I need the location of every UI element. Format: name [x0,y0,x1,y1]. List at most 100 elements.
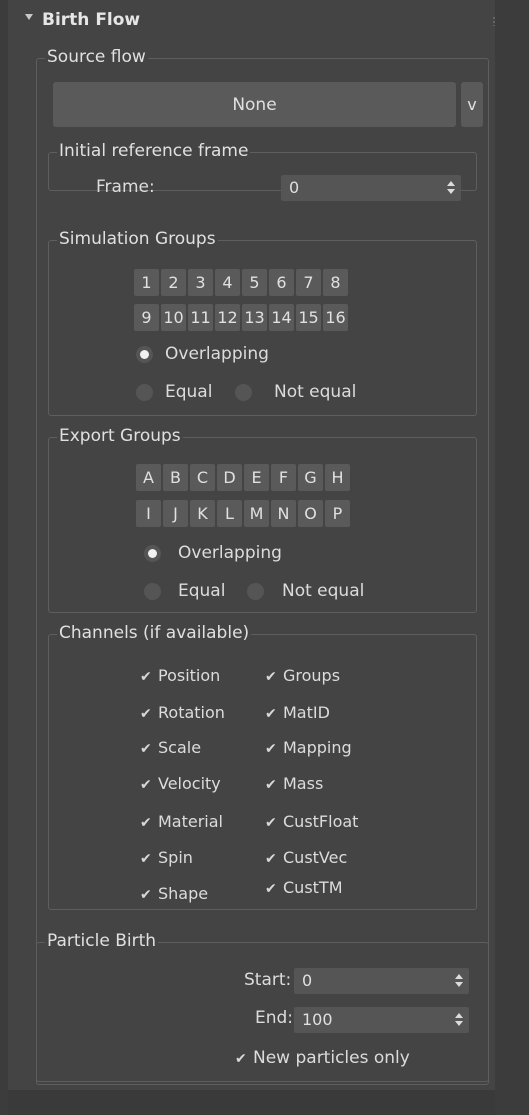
export-groups-label: Export Groups [57,426,183,446]
right-background [495,0,529,1115]
channel-checkbox[interactable]: ✔ CustFloat [265,812,358,831]
start-value: 0 [302,971,313,990]
end-value: 100 [302,1010,333,1029]
sim-group-button[interactable]: 7 [296,269,321,296]
checkmark-icon: ✔ [265,669,277,685]
sim-group-button[interactable]: 1 [134,269,159,296]
checkmark-icon: ✔ [140,669,152,685]
channel-checkbox[interactable]: ✔ MatID [265,703,330,722]
export-group-button[interactable]: G [298,464,323,491]
channel-checkbox[interactable]: ✔ Scale [140,738,201,757]
channel-checkbox[interactable]: ✔ CustVec [265,848,347,867]
checkmark-icon: ✔ [265,741,277,757]
export-group-button[interactable]: E [244,464,269,491]
new-particles-only-label: New particles only [253,1048,410,1068]
channel-checkbox[interactable]: ✔ Shape [140,884,208,903]
export-not-equal-label: Not equal [282,581,365,601]
checkmark-icon: ✔ [140,815,152,831]
channel-checkbox[interactable]: ✔ Position [140,666,220,685]
sim-group-button[interactable]: 14 [269,304,294,331]
checkmark-icon: ✔ [265,815,277,831]
checkmark-icon: ✔ [140,741,152,757]
export-group-button[interactable]: O [298,500,323,527]
channels-group: Channels (if available) [48,623,477,910]
sim-group-button[interactable]: 8 [323,269,348,296]
sim-group-button[interactable]: 5 [242,269,267,296]
channel-checkbox[interactable]: ✔ Velocity [140,774,221,793]
checkmark-icon: ✔ [265,851,277,867]
channel-checkbox[interactable]: ✔ Groups [265,666,340,685]
sim-group-button[interactable]: 11 [188,304,213,331]
frame-label: Frame: [96,177,155,197]
channel-checkbox[interactable]: ✔ CustTM [265,878,343,897]
export-not-equal-radio[interactable] [247,583,264,600]
checkmark-icon: ✔ [235,1051,247,1067]
export-group-button[interactable]: K [190,500,215,527]
rollout-header[interactable]: Birth Flow [8,0,495,42]
source-flow-dropdown-button[interactable]: v [461,82,483,127]
source-flow-label: Source flow [45,47,148,67]
export-equal-radio[interactable] [144,583,161,600]
channel-checkbox[interactable]: ✔ Mass [265,774,323,793]
checkmark-icon: ✔ [265,706,277,722]
export-equal-label: Equal [178,581,226,601]
collapse-arrow-icon[interactable] [25,14,33,20]
checkmark-icon: ✔ [140,777,152,793]
checkmark-icon: ✔ [140,851,152,867]
sim-group-button[interactable]: 2 [161,269,186,296]
birth-flow-rollout: Birth Flow Source flow None v Initial re… [8,0,502,1115]
export-group-button[interactable]: L [217,500,242,527]
sim-group-button[interactable]: 4 [215,269,240,296]
end-label: End: [255,1008,294,1028]
export-group-button[interactable]: D [217,464,242,491]
export-group-button[interactable]: C [190,464,215,491]
sim-group-button[interactable]: 6 [269,269,294,296]
spinner-arrows-icon[interactable] [455,973,463,989]
sim-group-button[interactable]: 12 [215,304,240,331]
export-group-button[interactable]: A [136,464,161,491]
export-overlapping-radio[interactable] [144,545,161,562]
rollout-title: Birth Flow [42,10,141,30]
sim-equal-radio[interactable] [136,384,153,401]
sim-group-button[interactable]: 10 [161,304,186,331]
new-particles-only-checkbox[interactable]: ✔ New particles only [235,1048,410,1068]
frame-value: 0 [289,178,300,197]
spinner-arrows-icon[interactable] [447,180,455,196]
start-spinner[interactable]: 0 [294,968,469,994]
export-overlapping-label: Overlapping [178,543,282,563]
export-group-button[interactable]: M [244,500,269,527]
channels-label: Channels (if available) [57,623,252,643]
sim-group-button[interactable]: 15 [296,304,321,331]
export-group-button[interactable]: I [136,500,161,527]
channel-checkbox[interactable]: ✔ Rotation [140,703,225,722]
export-group-button[interactable]: J [163,500,188,527]
checkmark-icon: ✔ [140,887,152,903]
initial-reference-label: Initial reference frame [57,141,251,161]
sim-group-button[interactable]: 16 [323,304,348,331]
export-group-button[interactable]: H [325,464,350,491]
channel-checkbox[interactable]: ✔ Material [140,812,223,831]
sim-overlapping-radio[interactable] [136,346,153,363]
source-flow-button[interactable]: None [53,82,456,127]
particle-birth-label: Particle Birth [45,931,159,951]
sim-not-equal-label: Not equal [274,382,357,402]
sim-equal-label: Equal [165,382,213,402]
export-group-button[interactable]: B [163,464,188,491]
export-group-button[interactable]: N [271,500,296,527]
sim-group-button[interactable]: 13 [242,304,267,331]
spinner-arrows-icon[interactable] [455,1012,463,1028]
sim-not-equal-radio[interactable] [235,384,252,401]
sim-overlapping-label: Overlapping [165,344,269,364]
end-spinner[interactable]: 100 [294,1007,469,1033]
frame-spinner[interactable]: 0 [281,175,461,201]
sim-group-button[interactable]: 3 [188,269,213,296]
channel-checkbox[interactable]: ✔ Mapping [265,738,352,757]
export-group-button[interactable]: F [271,464,296,491]
channel-checkbox[interactable]: ✔ Spin [140,848,193,867]
checkmark-icon: ✔ [265,881,277,897]
export-group-button[interactable]: P [325,500,350,527]
bottom-background [8,1090,495,1115]
checkmark-icon: ✔ [265,777,277,793]
checkmark-icon: ✔ [140,706,152,722]
sim-group-button[interactable]: 9 [134,304,159,331]
